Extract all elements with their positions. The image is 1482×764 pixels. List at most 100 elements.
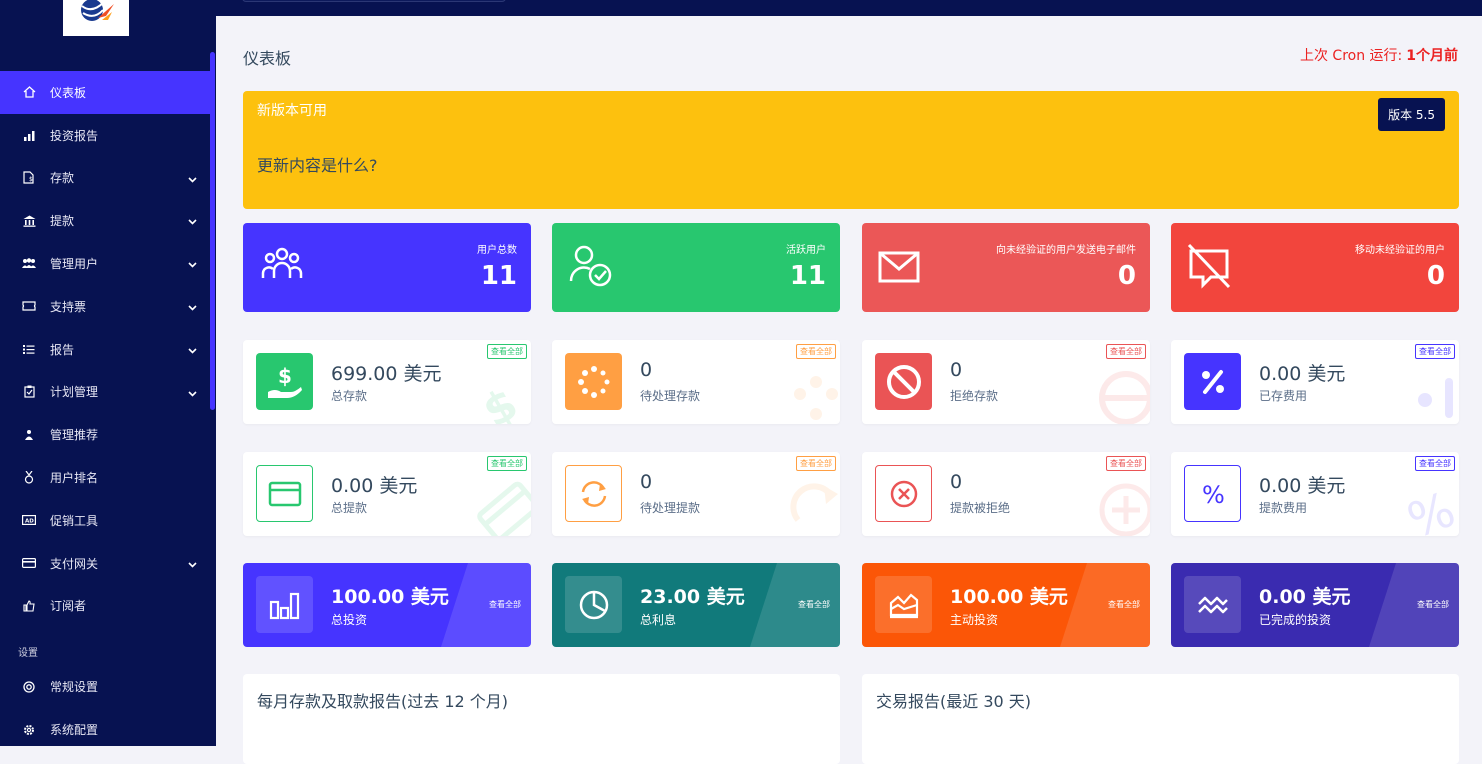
sidebar-item-label: 系统配置 [50, 723, 99, 738]
referral-icon [20, 428, 38, 442]
envelope-icon [878, 251, 920, 287]
version-badge: 版本 5.5 [1378, 98, 1445, 131]
withdraw-card-rejected: 0 提款被拒绝 查看全部 [862, 452, 1150, 536]
sidebar-nav: 仪表板 投资报告 $ 存款 提款 管理用户 支持票 报告 计划管理 管理推荐 用… [0, 71, 211, 751]
pie-chart-icon [565, 576, 622, 633]
stat-label: 总提款 [331, 501, 368, 515]
stat-value: 0.00 美元 [1259, 363, 1346, 385]
stat-label: 总利息 [640, 613, 677, 627]
chevron-down-icon [188, 300, 197, 314]
stat-label: 待处理存款 [640, 389, 701, 403]
sync-icon [786, 480, 840, 536]
sidebar-item-deposits[interactable]: $ 存款 [0, 157, 211, 200]
stat-value: 0 [640, 471, 653, 493]
view-all-button[interactable]: 查看全部 [1106, 456, 1146, 471]
stat-label: 提款费用 [1259, 501, 1308, 515]
times-circle-icon [875, 465, 932, 522]
stat-value: 11 [789, 261, 826, 291]
wave-icon [1184, 576, 1241, 633]
stat-label: 总投资 [331, 613, 368, 627]
view-all-button[interactable]: 查看全部 [1417, 599, 1449, 610]
view-all-button[interactable]: 查看全部 [1415, 344, 1455, 359]
view-all-button[interactable]: 查看全部 [798, 599, 830, 610]
sidebar-item-general-settings[interactable]: 常规设置 [0, 665, 211, 708]
hand-dollar-icon: $ [474, 368, 531, 424]
stat-card-active-users[interactable]: 活跃用户 11 [552, 223, 840, 312]
sidebar-item-label: 用户排名 [50, 471, 99, 486]
spinner-icon [786, 368, 840, 424]
card-icon [256, 465, 313, 522]
view-all-button[interactable]: 查看全部 [1415, 456, 1455, 471]
view-all-button[interactable]: 查看全部 [1108, 599, 1140, 610]
svg-text:$: $ [477, 378, 527, 424]
sidebar-item-label: 促销工具 [50, 513, 99, 528]
update-banner: 新版本可用 更新内容是什么? 版本 5.5 [243, 91, 1459, 209]
cron-label: 上次 Cron 运行: [1299, 48, 1403, 64]
invest-card-total: 100.00 美元 总投资 查看全部 [243, 563, 531, 647]
ad-icon: AD [20, 513, 38, 527]
sidebar-item-user-ranking[interactable]: 用户排名 [0, 456, 211, 499]
sidebar-item-plan-management[interactable]: 计划管理 [0, 371, 211, 414]
stat-value: 100.00 美元 [331, 586, 449, 608]
stat-card-mobile-unverified[interactable]: 移动未经验证的用户 0 [1171, 223, 1459, 312]
cog-icon [20, 723, 38, 737]
sidebar-item-label: 常规设置 [50, 680, 99, 695]
sidebar-item-label: 报告 [50, 342, 75, 357]
sidebar-item-manage-users[interactable]: 管理用户 [0, 242, 211, 285]
stat-card-total-users[interactable]: 用户总数 11 [243, 223, 531, 312]
sidebar-item-dashboard[interactable]: 仪表板 [0, 71, 211, 114]
users-group-icon [259, 245, 305, 285]
view-all-button[interactable]: 查看全部 [489, 599, 521, 610]
search-input[interactable] [242, 0, 506, 2]
sidebar-item-support-tickets[interactable]: 支持票 [0, 285, 211, 328]
invest-card-completed: 0.00 美元 已完成的投资 查看全部 [1171, 563, 1459, 647]
medal-icon [20, 471, 38, 485]
sidebar-item-label: 支付网关 [50, 556, 99, 571]
site-logo[interactable] [63, 0, 129, 36]
stat-label: 总存款 [331, 389, 368, 403]
svg-text:$: $ [29, 176, 33, 183]
sidebar-item-reports[interactable]: 报告 [0, 328, 211, 371]
view-all-button[interactable]: 查看全部 [1106, 344, 1146, 359]
sidebar-item-payment-gateways[interactable]: 支付网关 [0, 542, 211, 585]
stat-value: 0 [950, 471, 963, 493]
stat-value: 23.00 美元 [640, 586, 745, 608]
sidebar-item-label: 计划管理 [50, 385, 99, 400]
chart-area-icon [875, 576, 932, 633]
sidebar-item-label: 提款 [50, 214, 75, 229]
chevron-down-icon [188, 557, 197, 571]
stat-card-email-unverified[interactable]: 向未经验证的用户发送电子邮件 0 [862, 223, 1150, 312]
svg-text:AD: AD [25, 519, 34, 525]
sidebar-item-system-config[interactable]: 系统配置 [0, 708, 211, 751]
top-navbar [216, 0, 1482, 16]
stat-label: 已完成的投资 [1259, 613, 1332, 627]
invest-card-interest: 23.00 美元 总利息 查看全部 [552, 563, 840, 647]
stat-value: 0 [640, 359, 653, 381]
sidebar-item-investment-report[interactable]: 投资报告 [0, 114, 211, 157]
chart-bars-icon [256, 576, 313, 633]
stat-value: 0 [1426, 261, 1445, 291]
sidebar-item-label: 订阅者 [50, 599, 87, 614]
stat-value: 0.00 美元 [1259, 586, 1351, 608]
stat-label: 用户总数 [477, 245, 517, 256]
sidebar-item-subscribers[interactable]: 订阅者 [0, 585, 211, 628]
banner-title: 新版本可用 [257, 103, 327, 119]
view-all-button[interactable]: 查看全部 [487, 344, 527, 359]
stat-value: 11 [480, 261, 517, 291]
spinner-icon [565, 353, 622, 410]
deposit-icon: $ [20, 171, 38, 185]
main-content: 仪表板 上次 Cron 运行: 1个月前 新版本可用 更新内容是什么? 版本 5.… [216, 16, 1482, 764]
sidebar-item-label: 投资报告 [50, 128, 99, 143]
view-all-button[interactable]: 查看全部 [796, 456, 836, 471]
stat-label: 向未经验证的用户发送电子邮件 [996, 245, 1136, 256]
withdraw-card-total: 0.00 美元 总提款 查看全部 [243, 452, 531, 536]
whats-new-link[interactable]: 更新内容是什么? [257, 152, 378, 176]
sidebar-item-promotion-tools[interactable]: AD 促销工具 [0, 499, 211, 542]
users-icon [20, 257, 38, 271]
sidebar-section-settings: 设置 [18, 648, 38, 660]
view-all-button[interactable]: 查看全部 [487, 456, 527, 471]
chevron-down-icon [188, 214, 197, 228]
sidebar-item-manage-referrals[interactable]: 管理推荐 [0, 413, 211, 456]
view-all-button[interactable]: 查看全部 [796, 344, 836, 359]
sidebar-item-withdrawals[interactable]: 提款 [0, 199, 211, 242]
